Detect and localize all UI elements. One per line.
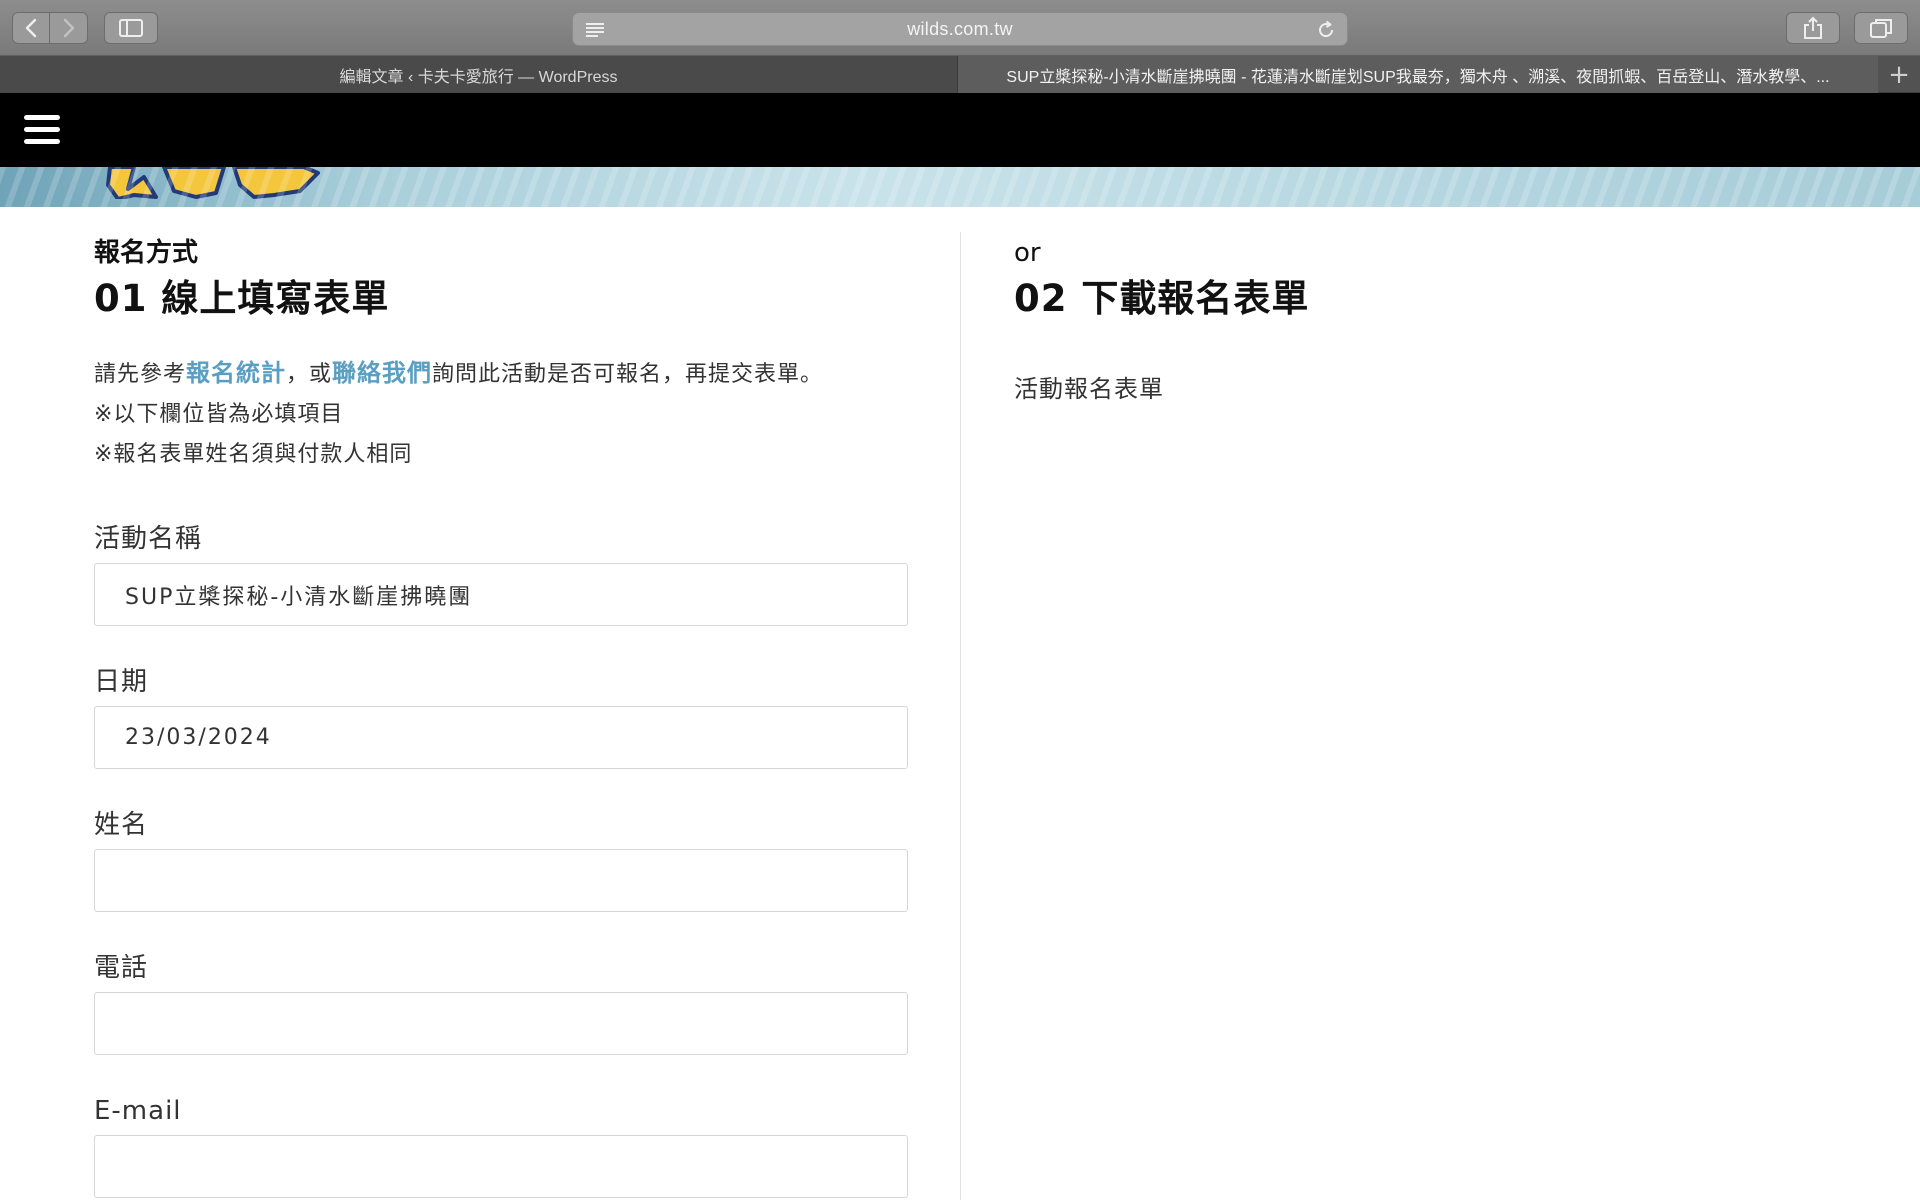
- date-input[interactable]: [94, 706, 908, 769]
- section-kicker: or: [1014, 238, 1041, 268]
- download-form-link[interactable]: 活動報名表單: [1014, 371, 1814, 407]
- download-form-section: or 02 下載報名表單 活動報名表單: [1014, 235, 1814, 407]
- site-header: [0, 93, 1920, 167]
- form-intro: 請先參考報名統計，或聯絡我們詢問此活動是否可報名，再提交表單。: [94, 353, 908, 395]
- name-match-note: ※報名表單姓名須與付款人相同: [94, 442, 413, 467]
- tab-overview-button[interactable]: [1854, 12, 1908, 44]
- contact-us-link[interactable]: 聯絡我們: [332, 359, 432, 387]
- intro-text: 詢問此活動是否可報名，再提交表單。: [432, 362, 824, 387]
- name-label: 姓名: [94, 810, 149, 840]
- section-heading: 02 下載報名表單: [1014, 277, 1310, 320]
- phone-input[interactable]: [94, 992, 908, 1055]
- intro-text: 請先參考: [94, 362, 187, 387]
- date-label: 日期: [94, 667, 149, 697]
- hero-banner: [0, 167, 1920, 207]
- intro-text: ，或: [286, 362, 333, 387]
- plus-icon: +: [1888, 59, 1910, 90]
- reload-icon[interactable]: [1315, 19, 1337, 41]
- back-button[interactable]: [12, 12, 50, 44]
- browser-toolbar: wilds.com.tw: [0, 0, 1920, 56]
- share-button[interactable]: [1786, 12, 1840, 44]
- tab-label: 編輯文章 ‹ 卡夫卡愛旅行 — WordPress: [339, 68, 618, 86]
- new-tab-button[interactable]: +: [1878, 56, 1920, 93]
- email-label: E-mail: [94, 1096, 182, 1126]
- address-bar[interactable]: wilds.com.tw: [572, 12, 1348, 46]
- reader-mode-icon[interactable]: [585, 22, 605, 38]
- url-text: wilds.com.tw: [907, 18, 1013, 39]
- name-input[interactable]: [94, 849, 908, 912]
- tab-label: SUP立槳探秘-小清水斷崖拂曉團 - 花蓮清水斷崖划SUP我最夯，獨木舟 、溯溪…: [1006, 68, 1830, 86]
- share-icon: [1804, 16, 1822, 39]
- activity-name-input[interactable]: [94, 563, 908, 626]
- phone-label: 電話: [94, 953, 149, 983]
- section-kicker: 報名方式: [94, 238, 199, 268]
- registration-stats-link[interactable]: 報名統計: [186, 359, 286, 387]
- chevron-left-icon: [25, 18, 37, 38]
- online-form-section: 報名方式 01 線上填寫表單 請先參考報名統計，或聯絡我們詢問此活動是否可報名，…: [94, 235, 908, 1198]
- chevron-right-icon: [63, 18, 74, 38]
- tab-wordpress-editor[interactable]: 編輯文章 ‹ 卡夫卡愛旅行 — WordPress: [0, 56, 958, 93]
- site-logo: [106, 167, 320, 199]
- required-note: ※以下欄位皆為必填項目: [94, 402, 344, 427]
- activity-name-label: 活動名稱: [94, 524, 203, 554]
- tab-bar: 編輯文章 ‹ 卡夫卡愛旅行 — WordPress SUP立槳探秘-小清水斷崖拂…: [0, 56, 1920, 93]
- tabs-icon: [1870, 19, 1892, 38]
- tab-sup-activity[interactable]: SUP立槳探秘-小清水斷崖拂曉團 - 花蓮清水斷崖划SUP我最夯，獨木舟 、溯溪…: [958, 56, 1878, 93]
- email-input[interactable]: [94, 1135, 908, 1198]
- hamburger-menu-icon[interactable]: [24, 115, 60, 145]
- forward-button[interactable]: [50, 12, 88, 44]
- sidebar-icon: [119, 19, 143, 37]
- column-divider: [960, 232, 961, 1200]
- section-heading: 01 線上填寫表單: [94, 277, 390, 320]
- sidebar-toggle-button[interactable]: [104, 12, 158, 44]
